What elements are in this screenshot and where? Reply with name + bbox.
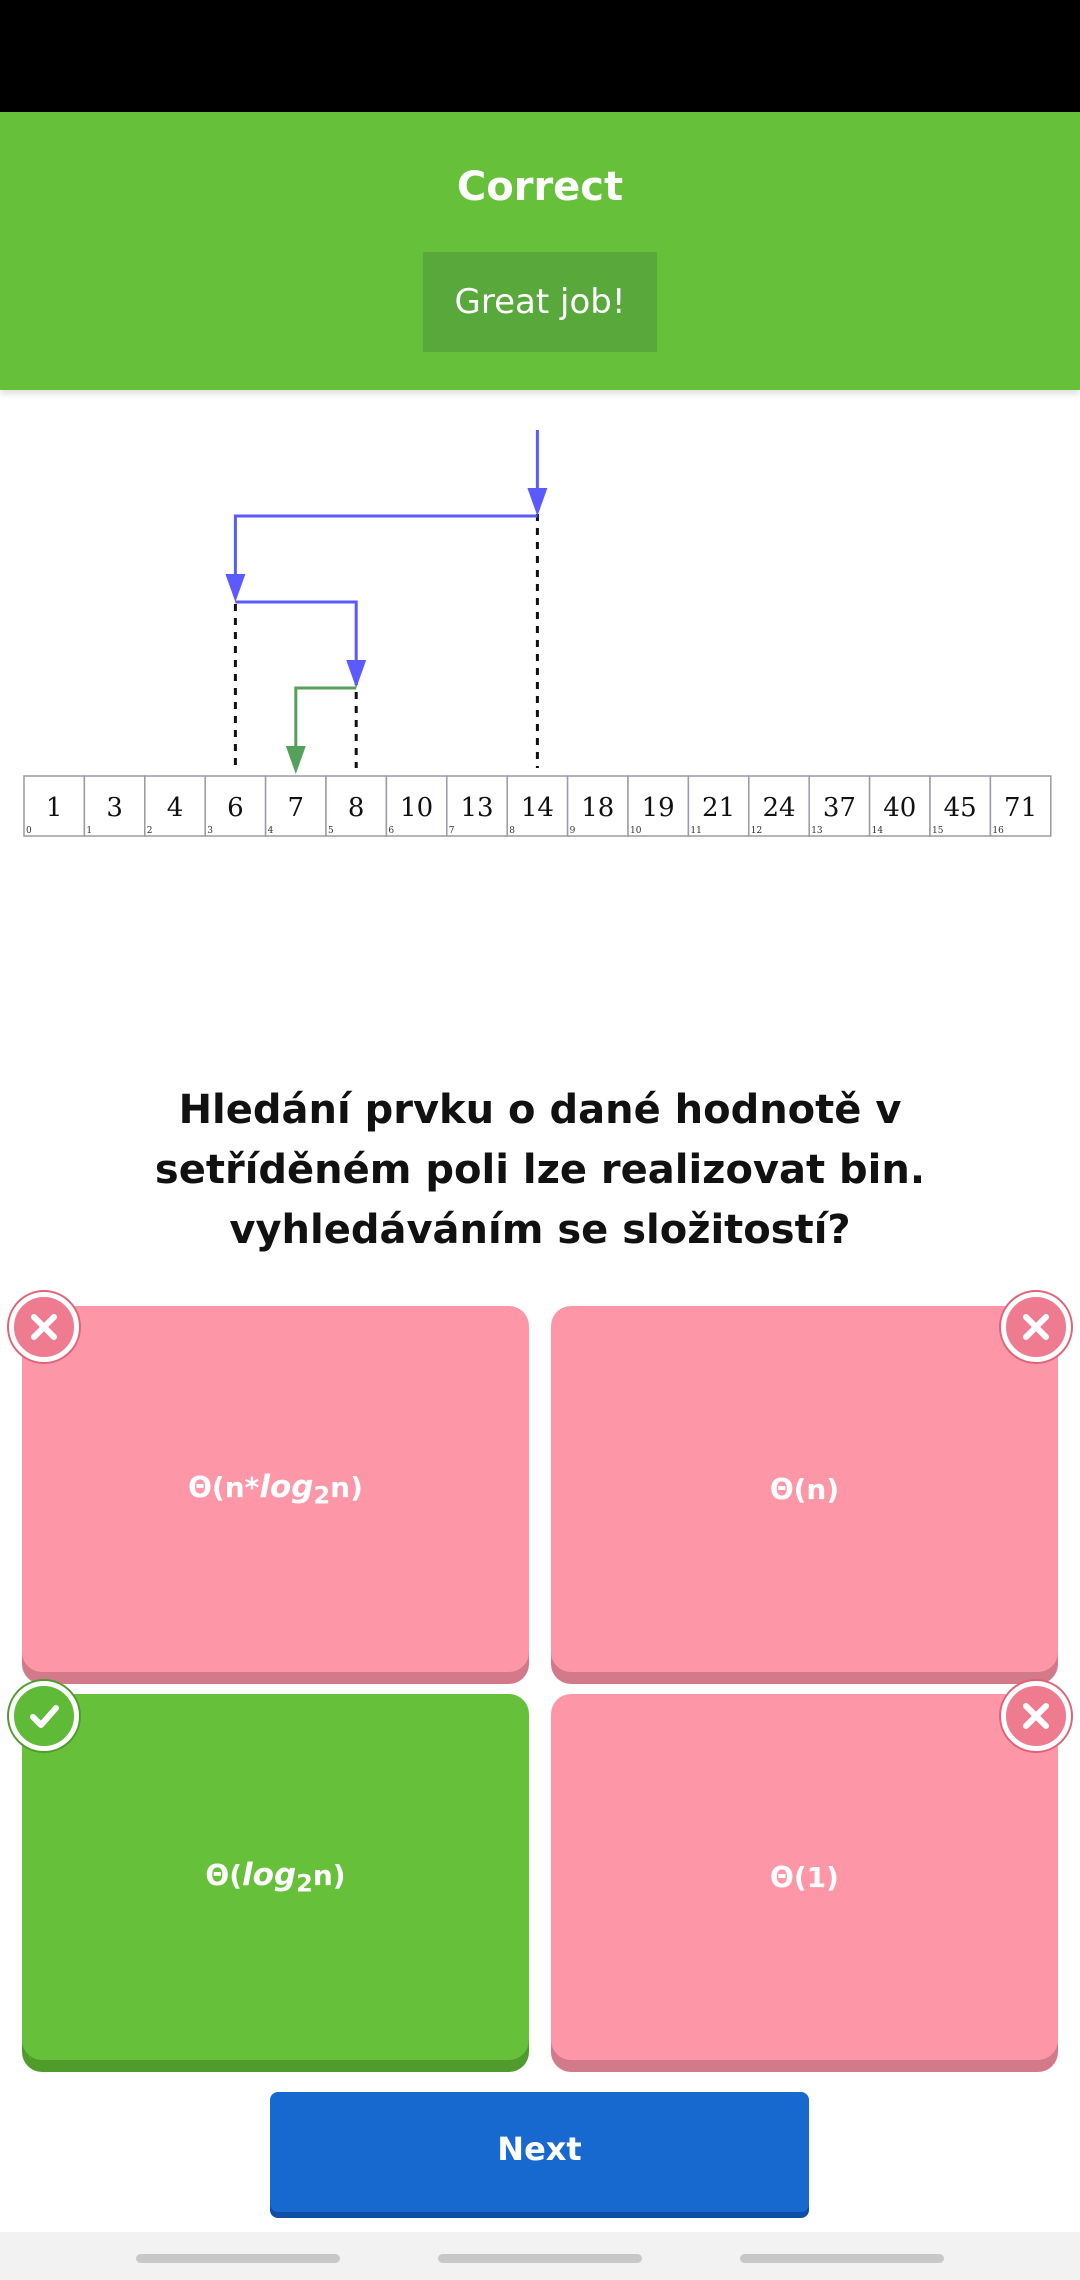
- array-cell-value: 4: [167, 793, 184, 823]
- array-cell-value: 45: [944, 793, 977, 823]
- correct-badge-icon: [9, 1681, 79, 1751]
- close-icon: [1023, 1703, 1049, 1729]
- array-cell: 3713: [808, 775, 871, 837]
- binary-search-svg: 1031426374851061371481891910211124123713…: [23, 430, 1052, 837]
- array-cell-value: 24: [762, 793, 795, 823]
- answer-option-2-label: Θ(n): [769, 1472, 840, 1506]
- array-cells: 1031426374851061371481891910211124123713…: [23, 775, 1052, 837]
- array-cell: 42: [144, 775, 206, 837]
- arrow-head: [527, 488, 548, 516]
- array-cell-value: 1: [46, 793, 63, 823]
- close-icon: [31, 1314, 57, 1340]
- close-icon: [1023, 1314, 1049, 1340]
- search-arrow: [233, 514, 538, 580]
- answer-3-log: log: [242, 1856, 297, 1893]
- arrow-head: [225, 574, 246, 602]
- array-cell: 31: [83, 775, 146, 837]
- status-bar: [0, 0, 1080, 112]
- checkmark-icon: [30, 1705, 59, 1728]
- array-cell: 85: [325, 775, 388, 837]
- answer-1-prefix: Θ(n*: [188, 1470, 260, 1504]
- nav-handle[interactable]: [740, 2254, 944, 2263]
- array-cell-value: 14: [521, 793, 554, 823]
- array-cell-index: 8: [509, 826, 515, 836]
- feedback-title: Correct: [456, 164, 624, 210]
- answer-3-subscript: 2: [296, 1869, 313, 1898]
- array-cell-value: 8: [348, 793, 365, 823]
- array-cell-value: 3: [106, 793, 123, 823]
- array-cell-index: 6: [388, 826, 394, 836]
- array-cell: 2111: [687, 775, 750, 837]
- answer-1-subscript: 2: [313, 1481, 331, 1510]
- array-cell: 63: [204, 775, 267, 837]
- answer-1-suffix: n): [330, 1470, 363, 1504]
- array-cell-index: 7: [449, 826, 455, 836]
- array-cell: 4014: [868, 775, 931, 837]
- arrow-head: [285, 746, 306, 774]
- array-cell-index: 13: [811, 826, 823, 836]
- array-cell-value: 13: [460, 793, 493, 823]
- wrong-badge-icon: [1001, 1681, 1071, 1751]
- array-cell-value: 40: [883, 793, 916, 823]
- found-arrow: [294, 686, 357, 746]
- array-cell-value: 21: [702, 793, 735, 823]
- search-arrows: [225, 430, 548, 774]
- answer-3-prefix: Θ(: [205, 1858, 243, 1892]
- nav-handle[interactable]: [438, 2254, 642, 2263]
- nav-handle[interactable]: [136, 2254, 340, 2263]
- array-cell: 10: [23, 775, 86, 837]
- wrong-badge-icon: [9, 1292, 79, 1362]
- question-text: Hledání prvku o dané hodnotě v setříděné…: [154, 1087, 926, 1253]
- array-cell-index: 11: [690, 826, 701, 836]
- answer-option-2[interactable]: Θ(n): [551, 1306, 1058, 1672]
- array-cell-value: 6: [227, 793, 244, 823]
- array-cell-index: 15: [932, 826, 944, 836]
- array-cell-index: 0: [26, 826, 32, 836]
- answer-option-4-label: Θ(1): [770, 1860, 839, 1894]
- answer-3-suffix: n): [312, 1858, 346, 1892]
- search-arrow: [235, 600, 358, 666]
- binary-search-diagram: 1 0 3 1 4 2 6 3 7 4 8 5 10 6 13 7 14 8 18 9 19 10 21 11 24 12 37 13…: [0, 400, 1080, 880]
- answer-option-1[interactable]: Θ(n*log2n): [22, 1306, 529, 1672]
- array-cell-value: 71: [1004, 793, 1037, 823]
- array-cell-index: 5: [328, 826, 334, 836]
- array-cell: 4515: [929, 775, 992, 837]
- array-cell-index: 12: [751, 826, 762, 836]
- array-cell-index: 16: [992, 826, 1004, 836]
- array-cell: 18 9: [566, 775, 629, 837]
- array-cell-value: 7: [288, 793, 305, 823]
- feedback-banner: Correct Great job!: [0, 112, 1080, 390]
- answer-1-log: log: [259, 1468, 314, 1505]
- array-cell: 14 8: [506, 775, 569, 837]
- array-cell-value: 10: [400, 793, 433, 823]
- array-cell: 2412: [748, 775, 810, 837]
- array-cell-value: 37: [823, 793, 856, 823]
- array-cell-value: 19: [642, 793, 675, 823]
- array-cell-index: 3: [207, 826, 213, 836]
- answer-option-1-label: Θ(n*log2n): [188, 1469, 363, 1510]
- dashed-guides: [233, 500, 539, 768]
- array-cell: 7116: [989, 775, 1052, 837]
- arrow-head: [346, 660, 367, 688]
- array-cell-index: 10: [630, 826, 642, 836]
- next-button[interactable]: Next: [270, 2092, 809, 2212]
- array-cell-value: 18: [581, 793, 614, 823]
- array-cell: 10 6: [385, 775, 448, 837]
- array-cell: 1910: [627, 775, 690, 837]
- array-cell-index: 9: [570, 826, 576, 836]
- feedback-message: Great job!: [423, 252, 657, 352]
- array-cell-index: 4: [268, 826, 274, 836]
- navigation-bar: [0, 2232, 1080, 2280]
- array-cell-index: 14: [872, 826, 884, 836]
- array-cell: 74: [264, 775, 327, 837]
- array-cell-index: 2: [147, 826, 153, 836]
- array-cell: 13 7: [446, 775, 508, 837]
- wrong-badge-icon: [1001, 1292, 1071, 1362]
- answer-option-4[interactable]: Θ(1): [551, 1694, 1058, 2060]
- array-cell-index: 1: [86, 826, 92, 836]
- answer-option-3-label: Θ(log2n): [205, 1857, 345, 1898]
- answer-option-3[interactable]: Θ(log2n): [22, 1694, 529, 2060]
